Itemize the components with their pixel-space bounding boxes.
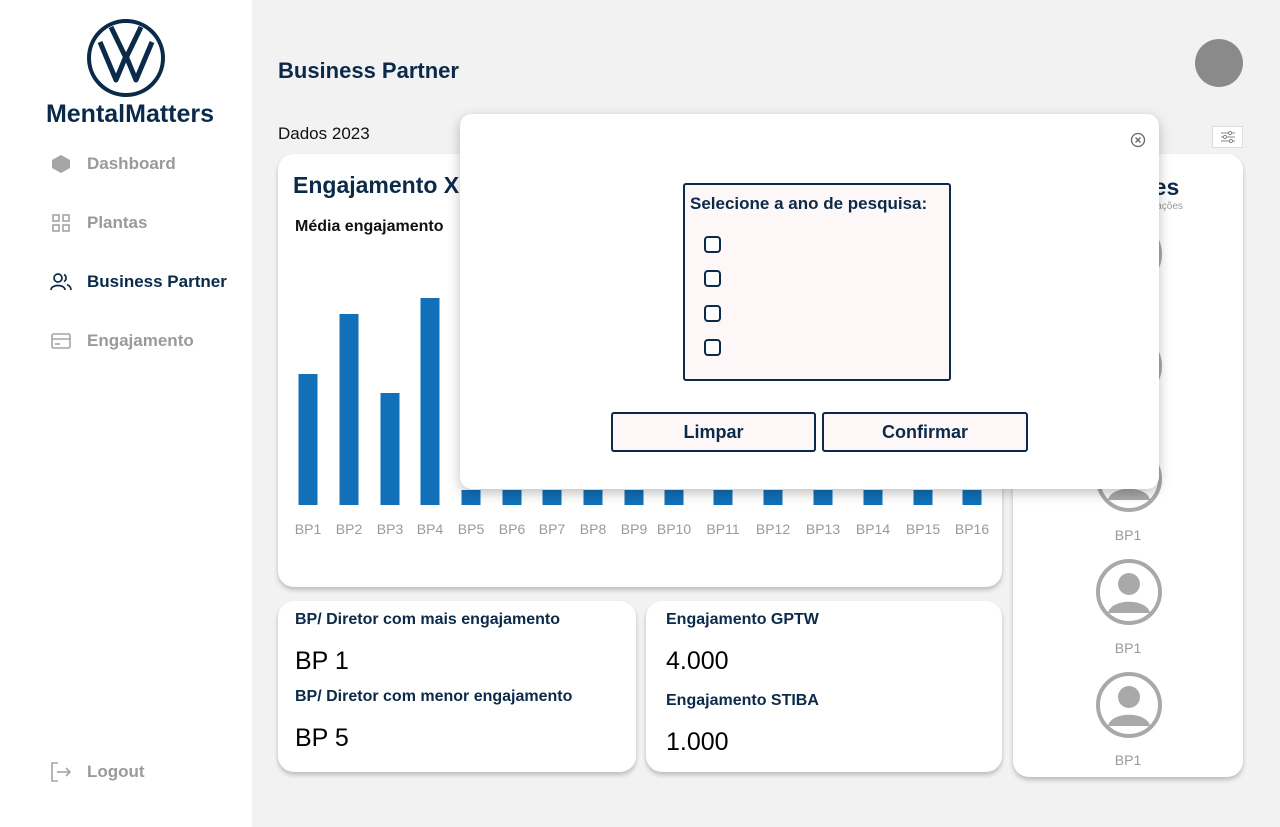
chart-bar-bp16 bbox=[962, 490, 982, 505]
x-tick-label: BP12 bbox=[756, 521, 790, 537]
x-tick-label: BP2 bbox=[336, 521, 363, 537]
chart-bar-bp11 bbox=[713, 490, 733, 505]
chart-bar-bp5 bbox=[461, 490, 481, 505]
chart-bar-bp3 bbox=[380, 393, 400, 505]
year-checkbox[interactable] bbox=[704, 305, 721, 322]
grid-icon bbox=[50, 212, 72, 234]
vw-logo-icon bbox=[87, 19, 165, 97]
data-year-label: Dados 2023 bbox=[278, 124, 370, 143]
least-engaged-value: BP 5 bbox=[295, 724, 349, 752]
person-avatar-icon[interactable] bbox=[1095, 671, 1163, 739]
sidebar-item-plantas[interactable]: Plantas bbox=[50, 208, 147, 238]
sidebar-item-engajamento[interactable]: Engajamento bbox=[50, 326, 194, 356]
chart-bar-bp2 bbox=[339, 314, 359, 505]
x-tick-label: BP13 bbox=[806, 521, 840, 537]
user-avatar[interactable] bbox=[1195, 39, 1243, 87]
x-tick-label: BP11 bbox=[706, 521, 739, 537]
close-icon[interactable] bbox=[1130, 132, 1146, 148]
logout-icon bbox=[50, 761, 72, 783]
person-label: BP1 bbox=[1114, 527, 1142, 543]
x-tick-label: BP5 bbox=[458, 521, 485, 537]
most-engaged-label: BP/ Diretor com mais engajamento bbox=[295, 611, 560, 628]
sidebar-item-label: Engajamento bbox=[87, 331, 194, 350]
chart-bar-bp13 bbox=[813, 490, 833, 505]
gptw-value: 4.000 bbox=[666, 647, 729, 675]
stiba-label: Engajamento STIBA bbox=[666, 692, 819, 709]
x-tick-label: BP15 bbox=[906, 521, 940, 537]
person-label: BP1 bbox=[1114, 752, 1142, 768]
x-tick-label: BP7 bbox=[539, 521, 566, 537]
chart-bar-bp15 bbox=[913, 490, 933, 505]
sidebar: MentalMatters Dashboard Plantas Business… bbox=[0, 0, 252, 827]
x-tick-label: BP14 bbox=[856, 521, 890, 537]
x-tick-label: BP3 bbox=[377, 521, 404, 537]
x-tick-label: BP1 bbox=[295, 521, 322, 537]
person-avatar-icon[interactable] bbox=[1095, 558, 1163, 626]
year-select-title: Selecione a ano de pesquisa: bbox=[690, 194, 928, 213]
sidebar-item-label: Dashboard bbox=[87, 154, 176, 173]
layers-icon bbox=[50, 153, 72, 175]
filter-button[interactable] bbox=[1212, 126, 1243, 148]
chart-bar-bp7 bbox=[542, 490, 562, 505]
chart-bar-bp12 bbox=[763, 490, 783, 505]
chart-bar-bp10 bbox=[664, 490, 684, 505]
least-engaged-label: BP/ Diretor com menor engajamento bbox=[295, 688, 573, 705]
chart-bar-bp6 bbox=[502, 490, 522, 505]
gptw-label: Engajamento GPTW bbox=[666, 611, 819, 628]
x-tick-label: BP16 bbox=[955, 521, 989, 537]
person-label: BP1 bbox=[1114, 640, 1142, 656]
x-tick-label: BP10 bbox=[657, 521, 691, 537]
bp-engagement-card: BP/ Diretor com mais engajamento BP 1 BP… bbox=[278, 601, 636, 772]
sidebar-item-business-partner[interactable]: Business Partner bbox=[50, 267, 227, 297]
sidebar-item-label: Business Partner bbox=[87, 272, 227, 291]
card-icon bbox=[50, 330, 72, 352]
clear-button[interactable]: Limpar bbox=[611, 412, 816, 452]
page-title: Business Partner bbox=[278, 58, 459, 83]
chart-bar-bp9 bbox=[624, 490, 644, 505]
chart-bar-bp14 bbox=[863, 490, 883, 505]
x-tick-label: BP9 bbox=[621, 521, 648, 537]
brand-name: MentalMatters bbox=[45, 100, 215, 128]
engagement-scores-card: Engajamento GPTW 4.000 Engajamento STIBA… bbox=[646, 601, 1002, 772]
users-icon bbox=[50, 271, 72, 293]
sidebar-item-label: Plantas bbox=[87, 213, 148, 232]
chart-bar-bp1 bbox=[298, 374, 318, 505]
logout-label: Logout bbox=[87, 762, 145, 781]
stiba-value: 1.000 bbox=[666, 728, 729, 756]
chart-bar-bp4 bbox=[420, 298, 440, 505]
year-checkbox[interactable] bbox=[704, 236, 721, 253]
most-engaged-value: BP 1 bbox=[295, 647, 349, 675]
confirm-button[interactable]: Confirmar bbox=[822, 412, 1028, 452]
year-select-box: Selecione a ano de pesquisa: bbox=[683, 183, 951, 381]
chart-bar-bp8 bbox=[583, 490, 603, 505]
sidebar-item-dashboard[interactable]: Dashboard bbox=[50, 149, 176, 179]
x-tick-label: BP6 bbox=[499, 521, 526, 537]
logout-button[interactable]: Logout bbox=[50, 757, 145, 787]
x-tick-label: BP8 bbox=[580, 521, 607, 537]
sliders-icon bbox=[1220, 130, 1235, 144]
x-tick-label: BP4 bbox=[417, 521, 444, 537]
year-filter-modal: Selecione a ano de pesquisa: Limpar Conf… bbox=[460, 114, 1159, 489]
year-checkbox[interactable] bbox=[704, 339, 721, 356]
year-checkbox[interactable] bbox=[704, 270, 721, 287]
